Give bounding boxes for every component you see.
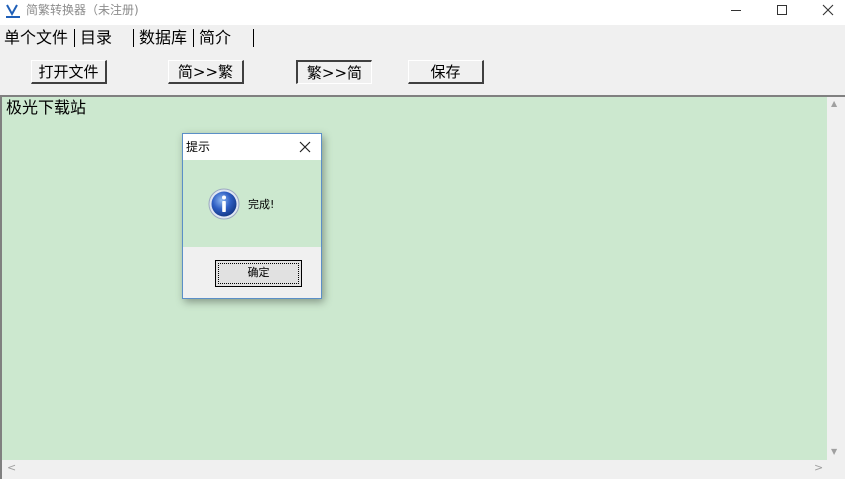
app-icon xyxy=(6,4,20,18)
info-icon xyxy=(208,188,240,220)
minimize-button[interactable] xyxy=(713,0,759,20)
save-button[interactable]: 保存 xyxy=(408,60,484,84)
scroll-up-icon[interactable]: ▲ xyxy=(831,99,837,108)
close-button[interactable] xyxy=(805,0,845,20)
vertical-scrollbar[interactable]: ▲ ▼ xyxy=(827,97,844,460)
minimize-icon xyxy=(731,9,741,11)
tab-divider xyxy=(193,29,194,47)
tab-database[interactable]: 数据库 xyxy=(137,27,187,49)
ok-button-label: 确定 xyxy=(247,266,270,279)
traditional-to-simplified-button[interactable]: 繁>>简 xyxy=(296,60,372,84)
dialog-close-icon[interactable] xyxy=(295,137,315,157)
toolbar: 打开文件 简>>繁 繁>>简 保存 xyxy=(0,50,845,95)
scroll-right-icon[interactable]: > xyxy=(814,461,823,474)
tab-divider xyxy=(74,29,75,47)
maximize-icon xyxy=(777,5,787,15)
dialog-button-area: 确定 xyxy=(183,247,321,298)
title-bar: 简繁转换器（未注册) xyxy=(0,0,845,25)
tab-about[interactable]: 简介 xyxy=(197,27,231,49)
window-title: 简繁转换器（未注册) xyxy=(26,3,139,17)
horizontal-scrollbar[interactable]: < > xyxy=(2,460,827,477)
close-icon xyxy=(822,4,834,16)
dialog-title-bar: 提示 xyxy=(183,134,321,160)
scrollbar-corner xyxy=(827,460,844,477)
text-editor[interactable] xyxy=(2,97,827,460)
tab-divider xyxy=(253,29,254,47)
scroll-left-icon[interactable]: < xyxy=(7,461,16,474)
tab-bar: 单个文件 目录 数据库 简介 xyxy=(0,25,845,50)
simplified-to-traditional-button[interactable]: 简>>繁 xyxy=(168,60,244,84)
tab-single-file[interactable]: 单个文件 xyxy=(2,27,68,49)
tab-divider xyxy=(133,29,134,47)
message-dialog: 提示 完成! 确定 xyxy=(182,133,322,299)
dialog-title: 提示 xyxy=(186,140,211,154)
scroll-down-icon[interactable]: ▼ xyxy=(831,447,837,456)
ok-button[interactable]: 确定 xyxy=(215,260,302,287)
maximize-button[interactable] xyxy=(759,0,805,20)
tab-directory[interactable]: 目录 xyxy=(78,27,112,49)
dialog-message: 完成! xyxy=(248,198,275,211)
editor-text: 极光下载站 xyxy=(6,98,87,117)
open-file-button[interactable]: 打开文件 xyxy=(31,60,107,84)
